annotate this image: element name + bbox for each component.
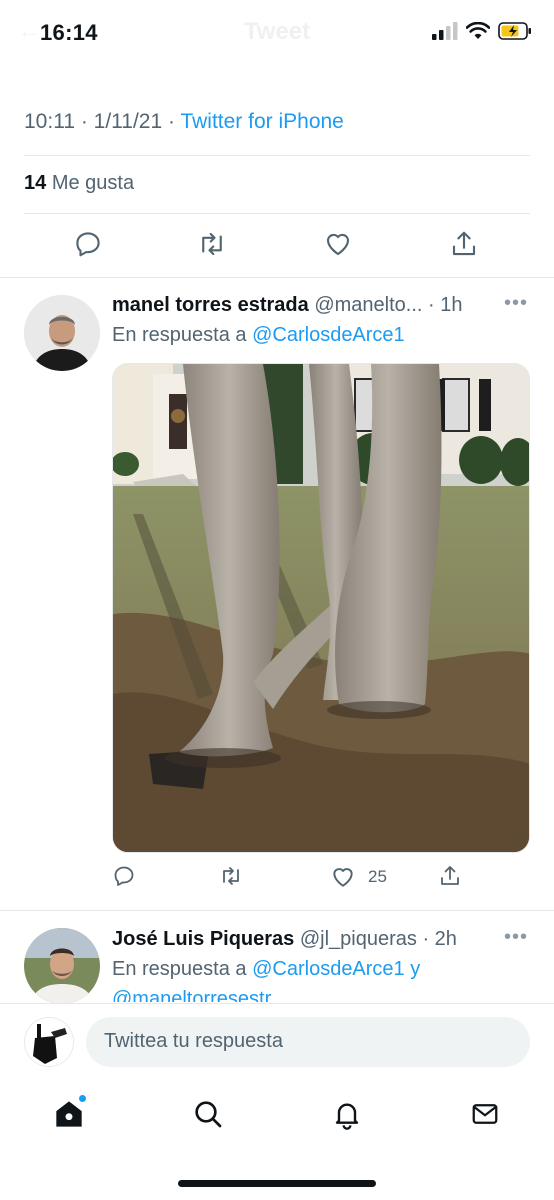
home-notification-dot [78,1094,87,1103]
tab-messages[interactable] [465,1094,505,1134]
divider [0,910,554,911]
mention-link[interactable]: @maneltorresestr [112,988,271,1002]
tab-notifications[interactable] [327,1094,367,1134]
author-name[interactable]: manel torres estrada [112,294,309,316]
author-handle[interactable]: @jl_piqueras · 2h [300,928,457,950]
likes-row[interactable]: 14 Me gusta [24,172,134,195]
avatar-image [24,928,100,1004]
retweet-icon [202,232,222,256]
search-icon [195,1101,222,1128]
reply-button[interactable] [70,226,106,262]
tweet-action-bar [0,226,554,268]
like-count: 25 [368,867,387,886]
tree-photo [113,364,529,852]
tweet-timestamp: 10:11 · 1/11/21 · [24,110,181,133]
reply-composer: Twittea tu respuesta [0,1003,554,1079]
mention-link[interactable]: @CarlosdeArce1 y [252,958,420,980]
user-avatar[interactable] [24,1017,74,1067]
share-icon [452,231,476,256]
tab-bar [0,1084,554,1144]
divider [24,155,530,156]
mention-link[interactable]: @CarlosdeArce1 [252,324,405,346]
tweet-time: · 1h [428,294,463,316]
tweet-image[interactable] [112,363,530,853]
heart-icon [326,233,350,256]
reply-prefix: En respuesta a [112,958,253,980]
user-avatar-image [25,1018,73,1066]
author-name[interactable]: José Luis Piqueras [112,928,294,950]
reply-context-cont: @maneltorresestr [112,988,271,1002]
likes-label: Me gusta [51,172,135,194]
avatar[interactable] [24,295,100,371]
like-button[interactable] [320,226,356,262]
divider [0,277,554,278]
retweet-button[interactable] [218,864,244,888]
status-bar: ← Tweet 16:14 [0,0,554,64]
reply-icon [76,232,100,257]
share-button[interactable] [446,226,482,262]
reply-context: En respuesta a @CarlosdeArce1 [112,324,405,347]
more-options-icon[interactable]: ••• [504,926,528,949]
heart-icon [333,868,353,887]
bell-icon [335,1103,359,1130]
more-options-icon[interactable]: ••• [504,292,528,315]
likes-count: 14 [24,172,47,194]
mail-icon [472,1104,498,1124]
reply-button[interactable] [112,864,136,888]
home-indicator[interactable] [178,1180,376,1187]
tab-search[interactable] [188,1094,228,1134]
tweet-timestamp-row: 10:11 · 1/11/21 · Twitter for iPhone [24,110,344,134]
reply-header: manel torres estrada @manelto... · 1h [112,294,462,317]
retweet-icon [223,867,239,885]
tab-home[interactable] [49,1094,89,1134]
reply-icon [114,866,134,886]
wifi-icon [466,22,490,39]
retweet-button[interactable] [194,226,230,262]
status-icons [432,22,532,40]
avatar[interactable] [24,928,100,1004]
divider [24,213,530,214]
reply-context: En respuesta a @CarlosdeArce1 y [112,958,420,981]
tweet-source-link[interactable]: Twitter for iPhone [180,110,343,133]
avatar-image [24,295,100,371]
share-icon [441,866,459,885]
reply-header: José Luis Piqueras @jl_piqueras · 2h [112,928,457,951]
author-handle[interactable]: @manelto... [314,294,422,316]
reply-prefix: En respuesta a [112,324,253,346]
battery-icon [498,22,531,40]
share-button[interactable] [438,864,462,888]
reply-input[interactable]: Twittea tu respuesta [86,1017,530,1067]
like-button[interactable]: 25 [330,864,387,890]
reply-action-bar: 25 [112,864,530,894]
status-time: 16:14 [40,20,98,45]
signal-icon [432,22,458,40]
